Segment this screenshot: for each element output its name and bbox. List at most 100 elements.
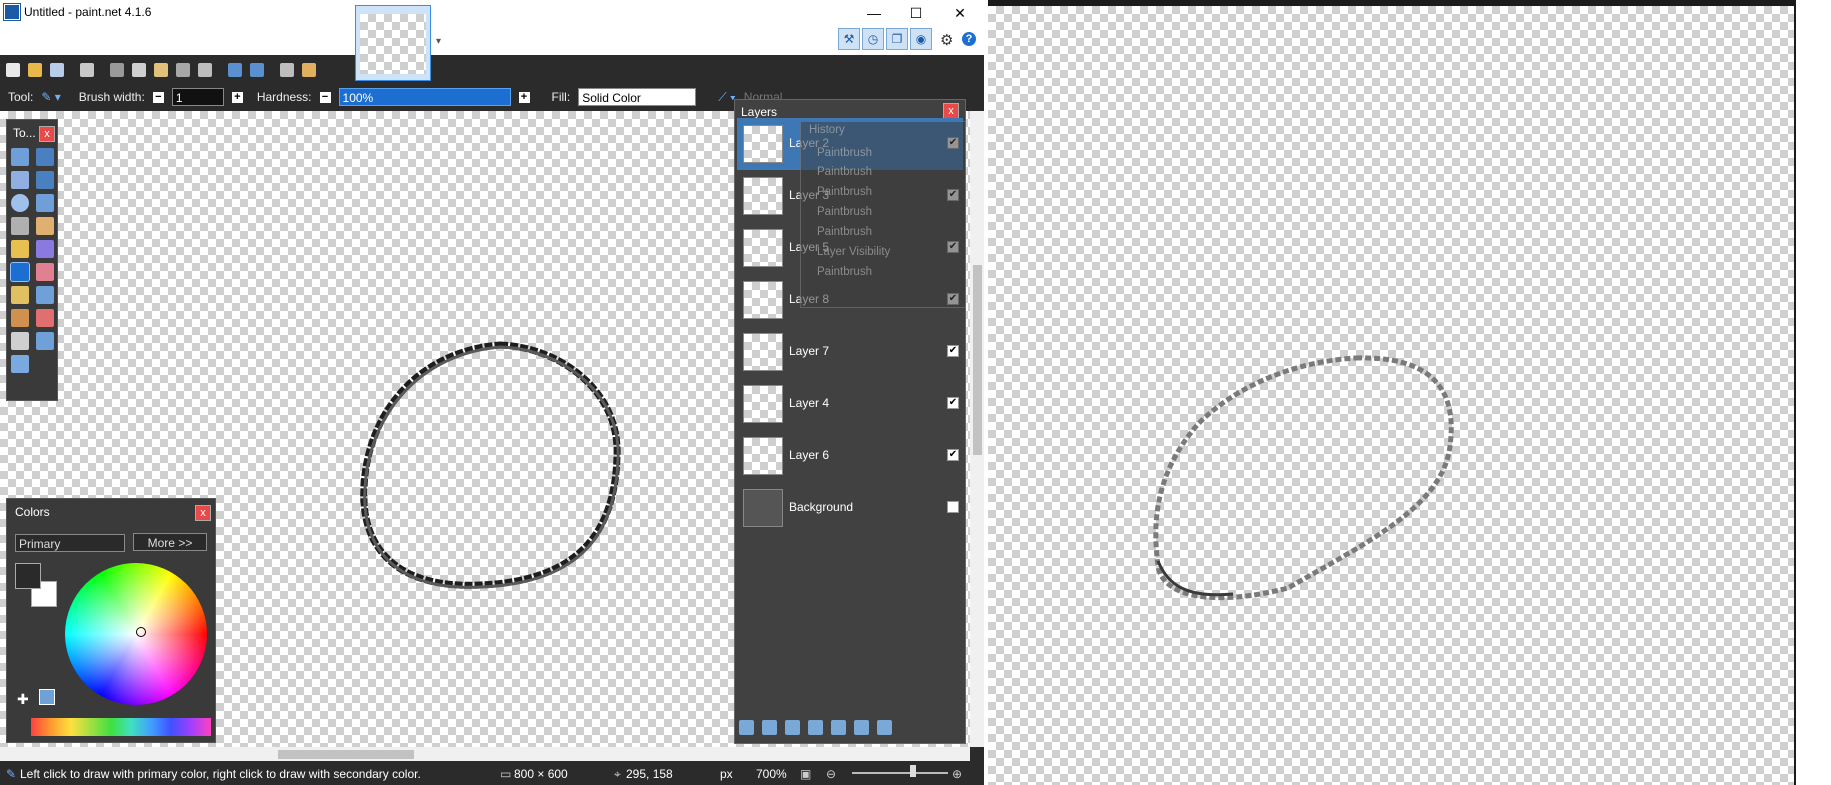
history-item[interactable]: Layer Visibility (817, 246, 890, 258)
move-selected-tool-icon[interactable] (36, 171, 54, 189)
color-mode-dropdown[interactable]: Primary (15, 534, 125, 552)
tools-panel-close-button[interactable]: x (39, 126, 55, 142)
menu-layers[interactable]: Layers (151, 35, 201, 49)
open-file-icon[interactable] (28, 62, 42, 77)
lasso-select-tool-icon[interactable] (11, 171, 29, 189)
menu-edit[interactable]: Edit (32, 35, 66, 49)
magic-wand-tool-icon[interactable] (11, 217, 29, 235)
add-to-palette-icon[interactable]: ✚ (17, 691, 29, 708)
hardness-decrease-button[interactable]: − (319, 91, 331, 103)
zoom-tool-icon[interactable] (36, 194, 54, 212)
brush-width-increase-button[interactable]: + (231, 91, 243, 103)
move-selection-tool-icon[interactable] (36, 148, 54, 166)
hardness-increase-button[interactable]: + (518, 91, 530, 103)
minimize-button[interactable]: — (852, 2, 896, 24)
fill-dropdown[interactable]: Solid Color (578, 88, 697, 106)
horizontal-scrollbar[interactable] (0, 747, 970, 761)
vertical-scrollbar[interactable] (970, 111, 984, 747)
primary-color-swatch[interactable] (15, 563, 41, 589)
duplicate-layer-icon[interactable] (785, 720, 800, 735)
brush-width-decrease-button[interactable]: − (152, 91, 164, 103)
layer-visibility-checkbox[interactable]: ✔ (947, 397, 959, 409)
history-item[interactable]: Paintbrush (817, 147, 872, 159)
layer-visibility-checkbox[interactable]: ✔ (947, 449, 959, 461)
save-icon[interactable] (50, 62, 64, 77)
color-palette[interactable] (31, 718, 211, 736)
add-layer-icon[interactable] (739, 720, 754, 735)
history-item[interactable]: Paintbrush (817, 166, 872, 178)
zoom-out-icon[interactable]: ⊖ (826, 767, 836, 781)
brush-width-input[interactable]: 1 (171, 88, 224, 106)
layers-panel-close-button[interactable]: x (943, 103, 959, 119)
colors-window-icon[interactable]: ◉ (910, 28, 932, 50)
zoom-to-window-icon[interactable]: ▣ (800, 767, 811, 781)
crop-icon[interactable] (176, 62, 190, 77)
undo-icon[interactable] (228, 62, 242, 77)
ellipse-select-tool-icon[interactable] (11, 194, 29, 212)
hardness-slider[interactable]: 100% (338, 88, 511, 106)
line-curve-tool-icon[interactable] (36, 332, 54, 350)
copy-icon[interactable] (132, 62, 146, 77)
recolor-tool-icon[interactable] (36, 309, 54, 327)
vertical-scroll-thumb[interactable] (973, 265, 982, 455)
help-icon[interactable]: ? (962, 32, 976, 46)
pan-tool-icon[interactable] (36, 217, 54, 235)
delete-layer-icon[interactable] (762, 720, 777, 735)
palette-menu-icon[interactable] (39, 689, 55, 705)
image-thumbnail-tab[interactable] (355, 5, 431, 81)
clone-stamp-tool-icon[interactable] (11, 309, 29, 327)
gear-icon[interactable]: ⚙ (940, 31, 953, 49)
rectangle-select-tool-icon[interactable] (11, 148, 29, 166)
more-colors-button[interactable]: More >> (133, 533, 207, 551)
menu-adjustments[interactable]: Adjustments (201, 35, 282, 49)
move-layer-up-icon[interactable] (831, 720, 846, 735)
layer-visibility-checkbox[interactable]: ✔ (947, 345, 959, 357)
colors-panel-close-button[interactable]: x (195, 505, 211, 521)
merge-layer-down-icon[interactable] (808, 720, 823, 735)
layer-row[interactable]: Layer 6 ✔ (737, 430, 963, 482)
grid-icon[interactable] (280, 62, 294, 77)
cut-icon[interactable] (110, 62, 124, 77)
chevron-down-icon[interactable]: ▾ (436, 36, 441, 47)
units-dropdown[interactable]: px (720, 767, 733, 781)
zoom-in-icon[interactable]: ⊕ (952, 767, 962, 781)
layer-row[interactable]: Background (737, 482, 963, 534)
menu-view[interactable]: View (66, 35, 105, 49)
deselect-icon[interactable] (198, 62, 212, 77)
redo-icon[interactable] (250, 62, 264, 77)
move-layer-down-icon[interactable] (854, 720, 869, 735)
shapes-tool-icon[interactable] (11, 355, 29, 373)
new-file-icon[interactable] (6, 62, 20, 77)
paste-icon[interactable] (154, 62, 168, 77)
eraser-tool-icon[interactable] (36, 263, 54, 281)
paintbrush-tool-icon-active[interactable] (10, 262, 30, 282)
history-item[interactable]: Paintbrush (817, 186, 872, 198)
menu-image[interactable]: Image (105, 35, 152, 49)
ruler-icon[interactable] (302, 62, 316, 77)
gradient-tool-icon[interactable] (36, 240, 54, 258)
zoom-level[interactable]: 700% (756, 767, 787, 781)
horizontal-scroll-thumb[interactable] (278, 750, 414, 759)
menu-effects[interactable]: Effects (282, 35, 332, 49)
tools-window-icon[interactable]: ⚒ (838, 28, 860, 50)
paint-bucket-tool-icon[interactable] (11, 240, 29, 258)
text-tool-icon[interactable] (11, 332, 29, 350)
layer-visibility-checkbox[interactable] (947, 501, 959, 513)
layer-properties-icon[interactable] (877, 720, 892, 735)
close-button[interactable]: ✕ (938, 2, 982, 24)
history-item[interactable]: Paintbrush (817, 266, 872, 278)
paintbrush-tool-icon[interactable]: ✎ ▾ (41, 90, 60, 104)
maximize-button[interactable]: ☐ (894, 2, 938, 24)
history-window-icon[interactable]: ◷ (862, 28, 884, 50)
history-item[interactable]: Paintbrush (817, 226, 872, 238)
pencil-tool-icon[interactable] (11, 286, 29, 304)
menu-file[interactable]: File (0, 35, 32, 49)
layer-row[interactable]: Layer 7 ✔ (737, 326, 963, 378)
layer-row[interactable]: Layer 4 ✔ (737, 378, 963, 430)
print-icon[interactable] (80, 62, 94, 77)
color-picker-tool-icon[interactable] (36, 286, 54, 304)
zoom-slider[interactable] (852, 772, 948, 774)
zoom-slider-thumb[interactable] (910, 765, 916, 777)
history-item[interactable]: Paintbrush (817, 206, 872, 218)
layers-window-icon[interactable]: ❐ (886, 28, 908, 50)
